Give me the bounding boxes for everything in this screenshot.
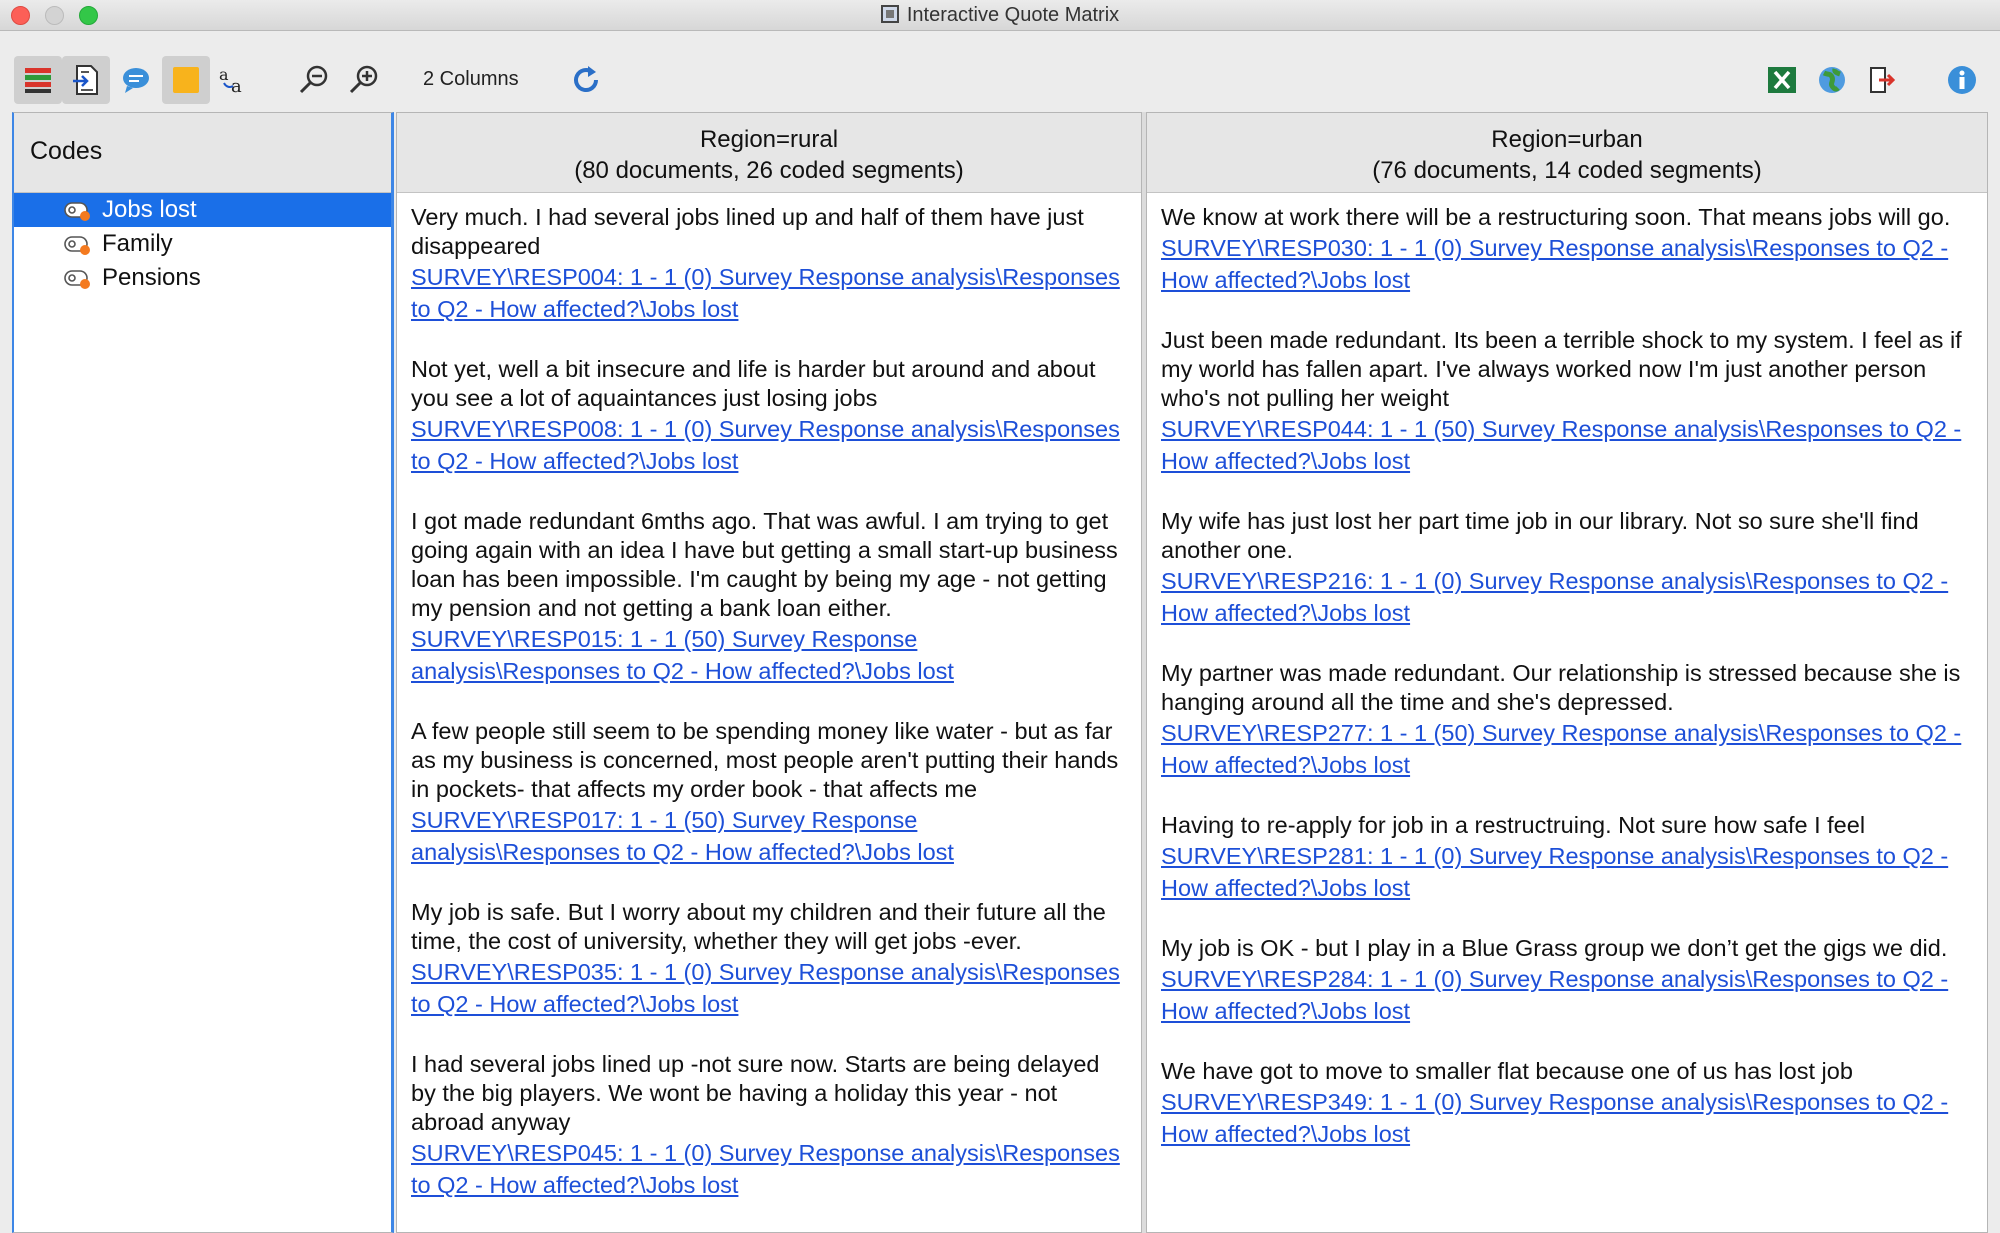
segment-source-link[interactable]: SURVEY\RESP017: 1 - 1 (50) Survey Respon… <box>411 804 1129 868</box>
codes-list: Jobs lost Family Pensions <box>14 193 391 295</box>
exit-icon[interactable] <box>1858 56 1906 104</box>
column-count-label[interactable]: 2 Columns <box>423 68 519 91</box>
code-item[interactable]: Jobs lost <box>14 193 391 227</box>
segment-text: I got made redundant 6mths ago. That was… <box>411 508 1118 621</box>
segment-source-link[interactable]: SURVEY\RESP035: 1 - 1 (0) Survey Respons… <box>411 956 1129 1020</box>
web-globe-icon[interactable] <box>1808 56 1856 104</box>
column-rural: Region=rural (80 documents, 26 coded seg… <box>396 112 1142 1233</box>
text-size-icon[interactable]: aa <box>210 56 258 104</box>
column-urban: Region=urban (76 documents, 14 coded seg… <box>1146 112 1988 1233</box>
segment-source-link[interactable]: SURVEY\RESP045: 1 - 1 (0) Survey Respons… <box>411 1137 1129 1201</box>
zoom-in-icon[interactable] <box>340 56 388 104</box>
codes-header: Codes <box>14 113 391 193</box>
coded-segment: My job is safe. But I worry about my chi… <box>411 898 1129 1020</box>
segment-text: A few people still seem to be spending m… <box>411 718 1119 802</box>
segment-source-link[interactable]: SURVEY\RESP008: 1 - 1 (0) Survey Respons… <box>411 413 1129 477</box>
export-document-icon[interactable] <box>62 56 110 104</box>
segment-text: Very much. I had several jobs lined up a… <box>411 204 1084 259</box>
codes-panel: Codes Jobs lost Family Pensions <box>12 112 394 1233</box>
coded-segment: My wife has just lost her part time job … <box>1161 507 1975 629</box>
segment-source-link[interactable]: SURVEY\RESP044: 1 - 1 (50) Survey Respon… <box>1161 413 1975 477</box>
zoom-out-icon[interactable] <box>290 56 338 104</box>
memo-icon[interactable] <box>162 56 210 104</box>
window-title: Interactive Quote Matrix <box>906 4 1120 26</box>
segment-source-link[interactable]: SURVEY\RESP015: 1 - 1 (50) Survey Respon… <box>411 623 1129 687</box>
code-tree-icon[interactable] <box>14 56 62 104</box>
code-icon <box>64 270 90 289</box>
column-header-title: Region=rural <box>699 126 839 153</box>
column-header-counts: (80 documents, 26 coded segments) <box>574 157 964 184</box>
segment-source-link[interactable]: SURVEY\RESP277: 1 - 1 (50) Survey Respon… <box>1161 717 1975 781</box>
segment-text: We have got to move to smaller flat beca… <box>1161 1058 1853 1084</box>
segment-text: Having to re-apply for job in a restruct… <box>1161 812 1866 838</box>
info-icon[interactable] <box>1938 56 1986 104</box>
column-header-urban[interactable]: Region=urban (76 documents, 14 coded seg… <box>1147 113 1987 193</box>
column-header-counts: (76 documents, 14 coded segments) <box>1372 157 1762 184</box>
code-item[interactable]: Family <box>14 227 391 261</box>
excel-icon[interactable] <box>1758 56 1806 104</box>
coded-segment: We know at work there will be a restruct… <box>1161 203 1975 296</box>
code-icon <box>64 236 90 255</box>
column-body-rural: Very much. I had several jobs lined up a… <box>397 193 1141 1201</box>
segment-source-link[interactable]: SURVEY\RESP349: 1 - 1 (0) Survey Respons… <box>1161 1086 1975 1150</box>
segment-text: Not yet, well a bit insecure and life is… <box>411 356 1096 411</box>
segment-text: I had several jobs lined up -not sure no… <box>411 1051 1100 1135</box>
coded-segment: My job is OK - but I play in a Blue Gras… <box>1161 934 1975 1027</box>
segment-text: My job is OK - but I play in a Blue Gras… <box>1161 935 1948 961</box>
coded-segment: Very much. I had several jobs lined up a… <box>411 203 1129 325</box>
code-item-label: Jobs lost <box>102 196 197 223</box>
code-icon <box>64 202 90 221</box>
coded-segment: I had several jobs lined up -not sure no… <box>411 1050 1129 1201</box>
segment-text: My wife has just lost her part time job … <box>1161 508 1919 563</box>
code-item-label: Pensions <box>102 264 201 291</box>
refresh-icon[interactable] <box>562 56 610 104</box>
segment-text: My job is safe. But I worry about my chi… <box>411 899 1106 954</box>
segment-source-link[interactable]: SURVEY\RESP281: 1 - 1 (0) Survey Respons… <box>1161 840 1975 904</box>
segment-source-link[interactable]: SURVEY\RESP216: 1 - 1 (0) Survey Respons… <box>1161 565 1975 629</box>
segment-source-link[interactable]: SURVEY\RESP284: 1 - 1 (0) Survey Respons… <box>1161 963 1975 1027</box>
code-item[interactable]: Pensions <box>14 261 391 295</box>
window-title-wrap: Interactive Quote Matrix <box>0 4 2000 27</box>
toolbar: aa 2 Columns <box>0 31 2000 112</box>
coded-segment: My partner was made redundant. Our relat… <box>1161 659 1975 781</box>
segment-text: Just been made redundant. Its been a ter… <box>1161 327 1962 411</box>
title-bar: Interactive Quote Matrix <box>0 0 2000 31</box>
coded-segment: Just been made redundant. Its been a ter… <box>1161 326 1975 477</box>
segment-text: My partner was made redundant. Our relat… <box>1161 660 1961 715</box>
code-item-label: Family <box>102 230 173 257</box>
coded-segment: I got made redundant 6mths ago. That was… <box>411 507 1129 687</box>
comment-bubble-icon[interactable] <box>112 56 160 104</box>
coded-segment: Not yet, well a bit insecure and life is… <box>411 355 1129 477</box>
app-icon <box>880 5 899 23</box>
svg-text:a: a <box>219 65 229 84</box>
coded-segment: We have got to move to smaller flat beca… <box>1161 1057 1975 1150</box>
column-header-title: Region=urban <box>1491 126 1643 153</box>
coded-segment: Having to re-apply for job in a restruct… <box>1161 811 1975 904</box>
coded-segment: A few people still seem to be spending m… <box>411 717 1129 868</box>
segment-source-link[interactable]: SURVEY\RESP004: 1 - 1 (0) Survey Respons… <box>411 261 1129 325</box>
column-body-urban: We know at work there will be a restruct… <box>1147 193 1987 1150</box>
column-header-rural[interactable]: Region=rural (80 documents, 26 coded seg… <box>397 113 1141 193</box>
segment-text: We know at work there will be a restruct… <box>1161 204 1951 230</box>
segment-source-link[interactable]: SURVEY\RESP030: 1 - 1 (0) Survey Respons… <box>1161 232 1975 296</box>
